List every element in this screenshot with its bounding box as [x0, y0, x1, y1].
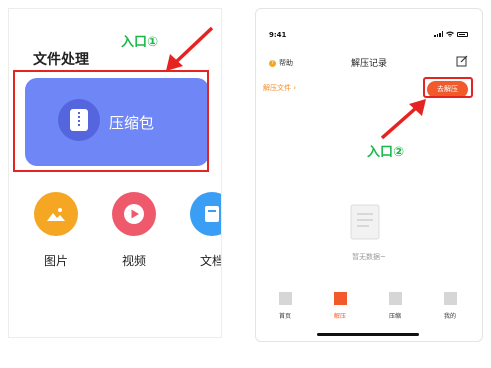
signal-icon — [434, 31, 443, 37]
arrow-icon — [380, 99, 426, 140]
tab-label: 我的 — [443, 313, 456, 320]
phone-extract-screen: 9:41 ? 帮助 解压记录 解压文件 › 去解压 暂无数据~ 首页 解压 压缩… — [255, 8, 483, 342]
status-bar-icons — [434, 31, 468, 37]
tool-label: 视频 — [121, 254, 146, 268]
tab-home[interactable]: 首页 — [265, 292, 305, 320]
entry-2-annotation: 入口② — [367, 145, 405, 160]
status-time: 9:41 — [269, 31, 287, 39]
tab-label: 解压 — [333, 313, 346, 320]
wifi-icon — [446, 31, 454, 37]
tool-image[interactable]: 图片 — [31, 192, 81, 269]
highlight-box-entry-1 — [13, 70, 209, 172]
tab-label: 压缩 — [388, 313, 401, 320]
mine-tab-icon — [443, 292, 457, 305]
home-indicator — [317, 333, 419, 336]
empty-state-text: 暂无数据~ — [352, 253, 386, 261]
tab-extract[interactable]: 解压 — [320, 292, 360, 320]
tool-video[interactable]: 视频 — [109, 192, 159, 269]
entry-1-annotation: 入口① — [121, 35, 159, 50]
compress-tab-icon — [388, 292, 402, 305]
tool-label: 文档 — [199, 254, 222, 268]
document-icon — [190, 192, 221, 236]
tool-label: 图片 — [43, 254, 68, 268]
home-tab-icon — [278, 292, 292, 305]
arrow-icon — [166, 26, 214, 71]
edit-icon[interactable] — [456, 55, 468, 67]
image-icon — [34, 192, 78, 236]
screenshot-canvas: 文件处理 压缩包 图片 视频 文档 入口① 9:41 ? 帮助 解压记录 解压文… — [0, 0, 491, 368]
tab-compress[interactable]: 压缩 — [375, 292, 415, 320]
tool-document[interactable]: 文档 — [187, 192, 222, 269]
extract-files-link[interactable]: 解压文件 › — [263, 83, 296, 93]
highlight-box-entry-2 — [423, 77, 473, 98]
empty-document-icon — [350, 204, 380, 240]
battery-icon — [457, 31, 468, 37]
tab-label: 首页 — [278, 313, 291, 320]
section-title: 文件处理 — [33, 52, 89, 68]
page-title: 解压记录 — [350, 59, 387, 69]
tab-mine[interactable]: 我的 — [430, 292, 470, 320]
play-icon — [112, 192, 156, 236]
extract-tab-icon — [333, 292, 347, 305]
